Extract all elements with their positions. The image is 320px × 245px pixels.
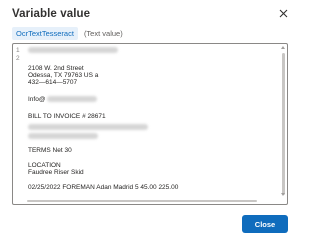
scroll-up-arrow-icon[interactable] xyxy=(281,46,285,49)
line-number: 2 xyxy=(16,55,20,62)
email-prefix: Info@ xyxy=(28,96,46,103)
variable-info: OcrTextTesseract (Text value) xyxy=(12,27,123,40)
scroll-down-arrow-icon[interactable] xyxy=(281,193,285,196)
text-line: 432—614—5707 xyxy=(28,79,78,86)
vertical-scroll-thumb[interactable] xyxy=(282,53,285,195)
text-line: TERMS Net 30 xyxy=(28,147,72,154)
variable-value-dialog: Variable value OcrTextTesseract (Text va… xyxy=(0,0,300,245)
redacted-text xyxy=(28,47,118,55)
close-button[interactable]: Close xyxy=(242,215,288,233)
close-icon[interactable] xyxy=(276,6,290,20)
redacted-text xyxy=(28,133,98,141)
line-number: 1 xyxy=(16,47,20,54)
variable-type: (Text value) xyxy=(83,29,123,38)
horizontal-scroll-thumb[interactable] xyxy=(27,200,257,202)
redacted-text xyxy=(28,124,148,132)
horizontal-scrollbar[interactable] xyxy=(27,199,277,203)
text-line: 02/25/2022 FOREMAN Adan Madrid 5 45.00 2… xyxy=(28,184,179,191)
dialog-title: Variable value xyxy=(12,8,91,20)
text-line: Faudree Riser Skid xyxy=(28,169,84,176)
variable-name-chip: OcrTextTesseract xyxy=(12,27,78,40)
variable-value-textbox[interactable]: 1 2 2108 W. 2nd Street Odessa, TX 79763 … xyxy=(12,43,288,205)
vertical-scrollbar[interactable] xyxy=(281,46,286,196)
text-line: BILL TO INVOICE # 28671 xyxy=(28,113,106,120)
text-content: 2108 W. 2nd Street Odessa, TX 79763 US a… xyxy=(28,44,275,198)
line-number-gutter: 1 2 xyxy=(13,44,26,204)
email-line: Info@ xyxy=(28,96,98,104)
